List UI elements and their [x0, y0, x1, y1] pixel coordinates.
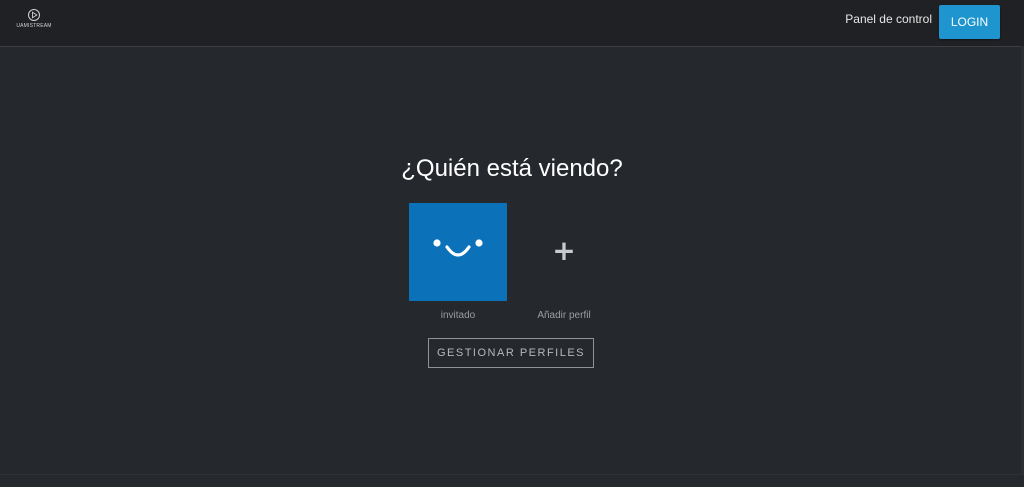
login-button[interactable]: LOGIN [939, 5, 1000, 39]
avatar[interactable] [409, 203, 507, 301]
smiley-face-icon [433, 239, 483, 257]
profile-label: invitado [440, 310, 476, 321]
page: UAMISTREAM Panel de control LOGIN ¿Quién… [0, 0, 1024, 487]
profile-guest[interactable]: invitado [409, 203, 507, 321]
add-profile[interactable]: + Añadir perfil [515, 203, 613, 321]
add-profile-tile[interactable]: + [515, 203, 613, 301]
add-profile-label: Añadir perfil [537, 310, 591, 321]
profile-list: invitado + Añadir perfil [409, 203, 619, 328]
play-circle-icon [28, 9, 40, 21]
page-title: ¿Quién está viendo? [401, 155, 623, 182]
manage-profiles-button[interactable]: GESTIONAR PERFILES [428, 338, 594, 368]
logo[interactable]: UAMISTREAM [12, 8, 56, 32]
plus-icon: + [552, 234, 576, 267]
logo-text: UAMISTREAM [16, 23, 52, 29]
top-bar: UAMISTREAM Panel de control LOGIN [0, 0, 1024, 47]
control-panel-link[interactable]: Panel de control [845, 12, 932, 26]
footer-divider [0, 474, 1024, 475]
